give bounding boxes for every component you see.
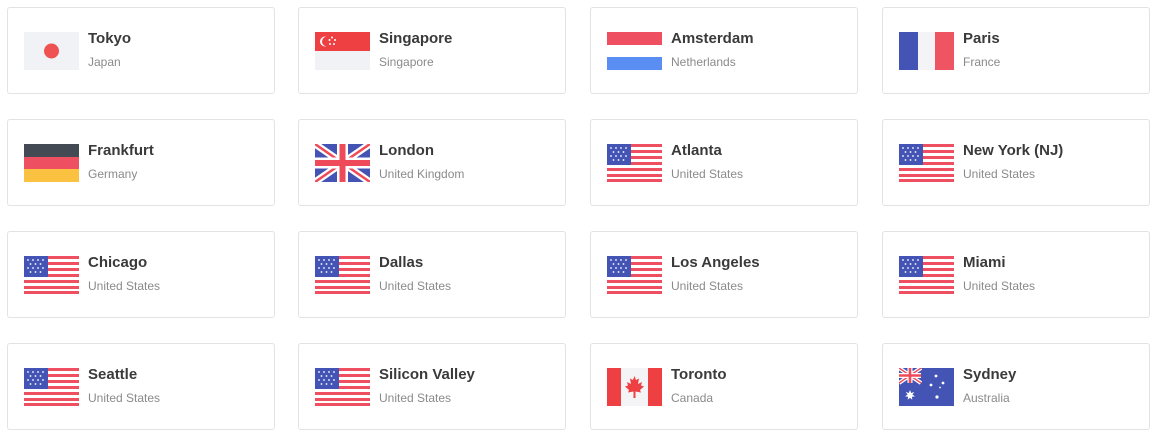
city-name: New York (NJ) bbox=[963, 142, 1064, 159]
city-name: Frankfurt bbox=[88, 142, 154, 159]
country-name: United States bbox=[963, 167, 1036, 181]
location-card-singapore[interactable]: Singapore Singapore bbox=[298, 7, 566, 94]
country-name: Japan bbox=[88, 55, 121, 69]
city-name: Los Angeles bbox=[671, 254, 760, 271]
city-name: Seattle bbox=[88, 366, 138, 383]
city-name: Atlanta bbox=[671, 142, 722, 159]
city-name: Tokyo bbox=[88, 30, 132, 47]
country-name: Singapore bbox=[379, 55, 434, 69]
country-name: France bbox=[963, 55, 1001, 69]
location-card-silicon-valley[interactable]: Silicon Valley United States bbox=[298, 343, 566, 430]
city-name: Sydney bbox=[963, 366, 1017, 383]
location-card-toronto[interactable]: Toronto Canada bbox=[590, 343, 858, 430]
location-card-los-angeles[interactable]: Los Angeles United States bbox=[590, 231, 858, 318]
location-card-atlanta[interactable]: Atlanta United States bbox=[590, 119, 858, 206]
canada-flag-icon bbox=[607, 368, 662, 406]
country-name: United States bbox=[379, 279, 452, 293]
united-states-flag-icon bbox=[607, 144, 662, 182]
netherlands-flag-icon bbox=[607, 32, 662, 70]
france-flag-icon bbox=[899, 32, 954, 70]
country-name: Canada bbox=[671, 391, 714, 405]
city-name: Amsterdam bbox=[671, 30, 754, 47]
location-card-seattle[interactable]: Seattle United States bbox=[7, 343, 275, 430]
location-card-london[interactable]: London United Kingdom bbox=[298, 119, 566, 206]
location-card-paris[interactable]: Paris France bbox=[882, 7, 1150, 94]
location-card-frankfurt[interactable]: Frankfurt Germany bbox=[7, 119, 275, 206]
city-name: Toronto bbox=[671, 366, 727, 383]
united-states-flag-icon bbox=[899, 256, 954, 294]
australia-flag-icon bbox=[899, 368, 954, 406]
city-name: Paris bbox=[963, 30, 1000, 47]
city-name: London bbox=[379, 142, 434, 159]
city-name: Miami bbox=[963, 254, 1006, 271]
country-name: United States bbox=[963, 279, 1036, 293]
country-name: United States bbox=[379, 391, 452, 405]
united-states-flag-icon bbox=[899, 144, 954, 182]
location-card-amsterdam[interactable]: Amsterdam Netherlands bbox=[590, 7, 858, 94]
city-name: Singapore bbox=[379, 30, 453, 47]
germany-flag-icon bbox=[24, 144, 79, 182]
country-name: United Kingdom bbox=[379, 167, 465, 181]
city-name: Chicago bbox=[88, 254, 148, 271]
country-name: United States bbox=[671, 279, 744, 293]
location-card-tokyo[interactable]: Tokyo Japan bbox=[7, 7, 275, 94]
united-states-flag-icon bbox=[315, 256, 370, 294]
country-name: Australia bbox=[963, 391, 1010, 405]
country-name: Germany bbox=[88, 167, 138, 181]
location-card-chicago[interactable]: Chicago United States bbox=[7, 231, 275, 318]
location-card-new-york[interactable]: New York (NJ) United States bbox=[882, 119, 1150, 206]
united-states-flag-icon bbox=[315, 368, 370, 406]
location-card-dallas[interactable]: Dallas United States bbox=[298, 231, 566, 318]
country-name: United States bbox=[671, 167, 744, 181]
singapore-flag-icon bbox=[315, 32, 370, 70]
city-name: Dallas bbox=[379, 254, 424, 271]
country-name: Netherlands bbox=[671, 55, 736, 69]
country-name: United States bbox=[88, 391, 161, 405]
country-name: United States bbox=[88, 279, 161, 293]
city-name: Silicon Valley bbox=[379, 366, 475, 383]
japan-flag-icon bbox=[24, 32, 79, 70]
location-card-sydney[interactable]: Sydney Australia bbox=[882, 343, 1150, 430]
location-card-miami[interactable]: Miami United States bbox=[882, 231, 1150, 318]
united-states-flag-icon bbox=[607, 256, 662, 294]
united-kingdom-flag-icon bbox=[315, 144, 370, 182]
united-states-flag-icon bbox=[24, 368, 79, 406]
united-states-flag-icon bbox=[24, 256, 79, 294]
